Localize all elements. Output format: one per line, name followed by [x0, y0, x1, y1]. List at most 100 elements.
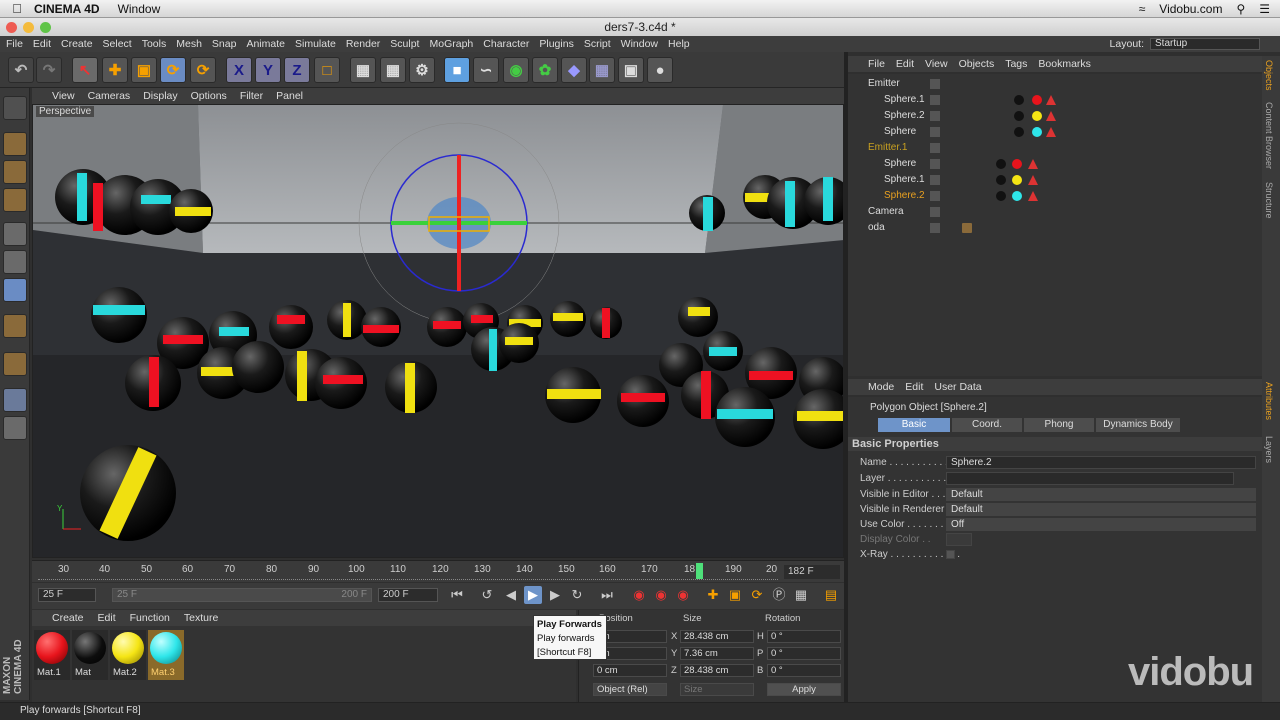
- object-row[interactable]: Sphere.1: [848, 92, 1262, 108]
- current-frame-field[interactable]: 182 F: [784, 565, 840, 579]
- menu-character[interactable]: Character: [483, 38, 529, 50]
- object-row[interactable]: Sphere.1: [848, 172, 1262, 188]
- object-row[interactable]: Sphere: [848, 156, 1262, 172]
- visible-in-editor-dropdown[interactable]: Default: [946, 488, 1256, 501]
- side-tab-attributes[interactable]: Attributes: [1264, 382, 1274, 420]
- axis-mode-icon[interactable]: [3, 314, 27, 338]
- menu-mograph[interactable]: MoGraph: [429, 38, 473, 50]
- menu-plugins[interactable]: Plugins: [539, 38, 573, 50]
- edges-mode-icon[interactable]: [3, 250, 27, 274]
- menu-animate[interactable]: Animate: [246, 38, 285, 50]
- objects-menu-view[interactable]: View: [925, 58, 948, 70]
- xray-checkbox[interactable]: [946, 550, 955, 559]
- scale-tool-icon[interactable]: ▣: [131, 57, 157, 83]
- points-mode-icon[interactable]: [3, 222, 27, 246]
- attributes-menu-edit[interactable]: Edit: [905, 381, 923, 393]
- subdivision-surface-icon[interactable]: ◉: [503, 57, 529, 83]
- material-swatch[interactable]: Mat.1: [34, 630, 70, 680]
- scale-key-icon[interactable]: ▣: [726, 586, 744, 604]
- tab-basic[interactable]: Basic: [878, 418, 950, 432]
- go-to-start-icon[interactable]: ⏮: [448, 586, 466, 604]
- menu-create[interactable]: Create: [61, 38, 93, 50]
- object-row[interactable]: Emitter.1: [848, 140, 1262, 156]
- size-z-field[interactable]: 28.438 cm: [680, 664, 754, 677]
- keyframe-selection-icon[interactable]: ◉: [674, 586, 692, 604]
- objects-menu-objects[interactable]: Objects: [959, 58, 995, 70]
- apple-icon[interactable]: : [0, 1, 34, 16]
- material-tag[interactable]: [1012, 175, 1022, 185]
- viewport-menu-display[interactable]: Display: [143, 90, 177, 102]
- y-axis-lock-icon[interactable]: Y: [255, 57, 281, 83]
- material-tag[interactable]: [996, 175, 1006, 185]
- array-generator-icon[interactable]: ✿: [532, 57, 558, 83]
- end-frame-field[interactable]: 200 F: [378, 588, 438, 602]
- play-forwards-icon[interactable]: ▶: [524, 586, 542, 604]
- recent-tool-icon[interactable]: ⟳: [190, 57, 216, 83]
- floor-scene-icon[interactable]: ▦: [589, 57, 615, 83]
- viewport-menu-view[interactable]: View: [52, 90, 75, 102]
- next-frame-icon[interactable]: ▶: [546, 586, 564, 604]
- material-tag[interactable]: [1012, 191, 1022, 201]
- attributes-menu-user-data[interactable]: User Data: [934, 381, 981, 393]
- rigid-body-tag[interactable]: [1028, 191, 1038, 201]
- record-active-objects-icon[interactable]: ◉: [630, 586, 648, 604]
- apply-button[interactable]: Apply: [767, 683, 841, 696]
- previous-key-icon[interactable]: ↺: [478, 586, 496, 604]
- previous-frame-icon[interactable]: ◀: [502, 586, 520, 604]
- menu-script[interactable]: Script: [584, 38, 611, 50]
- tab-phong[interactable]: Phong: [1024, 418, 1094, 432]
- object-row[interactable]: Camera: [848, 204, 1262, 220]
- deformer-icon[interactable]: ◆: [561, 57, 587, 83]
- model-mode-icon[interactable]: [3, 132, 27, 156]
- solo-mode-icon[interactable]: [3, 416, 27, 440]
- material-tag[interactable]: [1032, 111, 1042, 121]
- z-axis-lock-icon[interactable]: Z: [284, 57, 310, 83]
- visible-in-renderer-dropdown[interactable]: Default: [946, 503, 1256, 516]
- size-mode-dropdown[interactable]: Size: [680, 683, 754, 696]
- rotation-h-field[interactable]: 0 °: [767, 630, 841, 643]
- menubar-app-name[interactable]: CINEMA 4D: [34, 2, 100, 16]
- objects-menu-file[interactable]: File: [868, 58, 885, 70]
- pen-spline-icon[interactable]: ∽: [473, 57, 499, 83]
- visibility-dots[interactable]: [930, 207, 940, 217]
- object-row[interactable]: Emitter: [848, 76, 1262, 92]
- render-picture-viewer-icon[interactable]: ▦: [380, 57, 406, 83]
- material-tag[interactable]: [996, 159, 1006, 169]
- visibility-dots[interactable]: [930, 111, 940, 121]
- camera-icon[interactable]: ▣: [618, 57, 644, 83]
- rotate-tool-icon[interactable]: ⟳: [160, 57, 186, 83]
- menu-render[interactable]: Render: [346, 38, 380, 50]
- rotation-p-field[interactable]: 0 °: [767, 647, 841, 660]
- spotlight-search-icon[interactable]: ⚲: [1236, 2, 1245, 16]
- objects-menu-edit[interactable]: Edit: [896, 58, 914, 70]
- menu-sculpt[interactable]: Sculpt: [390, 38, 419, 50]
- x-axis-lock-icon[interactable]: X: [226, 57, 252, 83]
- visibility-dots[interactable]: [930, 223, 940, 233]
- next-key-icon[interactable]: ↻: [568, 586, 586, 604]
- menu-help[interactable]: Help: [668, 38, 690, 50]
- minimize-window-icon[interactable]: [23, 22, 34, 33]
- coordinate-system-icon[interactable]: □: [314, 57, 340, 83]
- material-menu-edit[interactable]: Edit: [98, 612, 116, 624]
- move-tool-icon[interactable]: ✚: [102, 57, 128, 83]
- material-swatch[interactable]: Mat.2: [110, 630, 146, 680]
- menu-simulate[interactable]: Simulate: [295, 38, 336, 50]
- object-row[interactable]: Sphere: [848, 124, 1262, 140]
- rigid-body-tag[interactable]: [1046, 95, 1056, 105]
- visibility-dots[interactable]: [930, 127, 940, 137]
- rotation-key-icon[interactable]: ⟳: [748, 586, 766, 604]
- viewport-menu-filter[interactable]: Filter: [240, 90, 263, 102]
- menu-file[interactable]: File: [6, 38, 23, 50]
- visibility-dots[interactable]: [930, 175, 940, 185]
- perspective-viewport[interactable]: Y: [32, 104, 844, 558]
- menubar-window[interactable]: Window: [118, 2, 161, 16]
- viewport-menu-cameras[interactable]: Cameras: [88, 90, 131, 102]
- zoom-window-icon[interactable]: [40, 22, 51, 33]
- close-window-icon[interactable]: [6, 22, 17, 33]
- objects-menu-bookmarks[interactable]: Bookmarks: [1038, 58, 1091, 70]
- viewport-menu-options[interactable]: Options: [191, 90, 227, 102]
- objects-menu-tags[interactable]: Tags: [1005, 58, 1027, 70]
- material-menu-create[interactable]: Create: [52, 612, 84, 624]
- side-tab-content-browser[interactable]: Content Browser: [1264, 102, 1274, 169]
- menu-window[interactable]: Window: [621, 38, 658, 50]
